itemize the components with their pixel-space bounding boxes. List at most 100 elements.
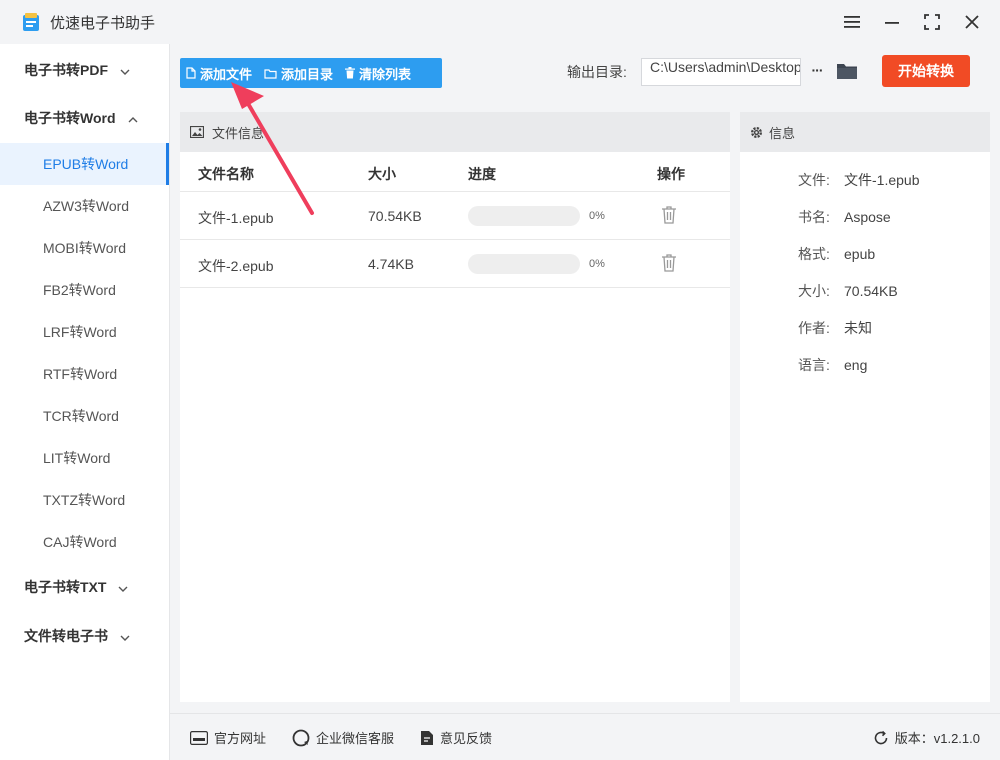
sidebar-group-txt[interactable]: 电子书转TXT: [0, 563, 169, 611]
sidebar: 电子书转PDF 电子书转Word EPUB转Word AZW3转Word MOB…: [0, 44, 170, 760]
sidebar-group-pdf[interactable]: 电子书转PDF: [0, 46, 169, 94]
refresh-icon[interactable]: [873, 730, 889, 746]
output-dir-field[interactable]: C:\Users\admin\Desktop: [641, 58, 801, 86]
sidebar-item-tcr-word[interactable]: TCR转Word: [0, 395, 169, 437]
file-panel-title: 文件信息: [212, 125, 265, 141]
info-label: 作者:: [798, 320, 830, 336]
add-file-button[interactable]: 添加文件: [180, 58, 258, 88]
info-value: epub: [844, 246, 876, 262]
info-label: 大小:: [798, 283, 830, 299]
sidebar-item-lrf-word[interactable]: LRF转Word: [0, 311, 169, 353]
sidebar-group-word[interactable]: 电子书转Word: [0, 94, 169, 142]
maximize-button[interactable]: [920, 10, 944, 34]
sidebar-group-label: 电子书转Word: [24, 110, 116, 126]
file-action-group: 添加文件 添加目录 清除列表: [180, 58, 442, 88]
info-value: 文件-1.epub: [844, 172, 920, 188]
info-panel-title: 信息: [769, 125, 796, 141]
info-row-title: 书名: Aspose: [798, 207, 891, 227]
sidebar-item-azw3-word[interactable]: AZW3转Word: [0, 185, 169, 227]
feedback-link[interactable]: 意见反馈: [420, 728, 492, 747]
version-label: 版本：v1.2.1.0: [894, 731, 980, 746]
chevron-down-icon: [118, 579, 128, 595]
info-row-author: 作者: 未知: [798, 318, 872, 338]
sidebar-item-mobi-word[interactable]: MOBI转Word: [0, 227, 169, 269]
folder-icon[interactable]: [835, 60, 859, 82]
title-bar: 优速电子书助手: [0, 0, 1000, 44]
sidebar-group-label: 文件转电子书: [24, 628, 108, 644]
sidebar-item-caj-word[interactable]: CAJ转Word: [0, 521, 169, 563]
info-row-language: 语言: eng: [798, 355, 867, 375]
info-row-format: 格式: epub: [798, 244, 875, 264]
info-value: 70.54KB: [844, 283, 898, 299]
sidebar-group-ebook[interactable]: 文件转电子书: [0, 612, 169, 660]
feedback-icon: [420, 730, 434, 746]
sidebar-item-lit-word[interactable]: LIT转Word: [0, 437, 169, 479]
sidebar-group-label: 电子书转PDF: [24, 62, 108, 78]
sidebar-item-txtz-word[interactable]: TXTZ转Word: [0, 479, 169, 521]
info-row-size: 大小: 70.54KB: [798, 281, 898, 301]
file-icon: [186, 67, 196, 79]
hamburger-icon: [844, 16, 860, 28]
file-name-cell: 文件-1.epub: [198, 210, 274, 226]
gear-icon: [750, 126, 763, 139]
sidebar-item-fb2-word[interactable]: FB2转Word: [0, 269, 169, 311]
footer: 官方网址 企业微信客服 意见反馈 版本：v1.2.1.0: [170, 713, 1000, 760]
progress-text: 0%: [589, 258, 605, 270]
column-header-size: 大小: [368, 166, 396, 182]
chat-icon: [292, 729, 310, 747]
wechat-service-label: 企业微信客服: [316, 731, 395, 746]
app-title: 优速电子书助手: [50, 15, 156, 32]
progress-bar: [468, 206, 580, 226]
clear-list-button[interactable]: 清除列表: [339, 58, 417, 88]
column-header-name: 文件名称: [198, 166, 254, 182]
start-convert-button[interactable]: 开始转换: [882, 55, 970, 87]
output-dir-label: 输出目录:: [567, 64, 627, 80]
folder-outline-icon: [264, 68, 277, 79]
feedback-label: 意见反馈: [440, 731, 493, 746]
book-logo-icon: [23, 13, 39, 31]
image-icon: [190, 126, 204, 138]
info-label: 语言:: [798, 357, 830, 373]
info-panel: 信息 文件: 文件-1.epub 书名: Aspose 格式: epub 大小: 70.…: [740, 112, 990, 702]
info-label: 书名:: [798, 209, 830, 225]
wechat-service-link[interactable]: 企业微信客服: [292, 728, 394, 747]
column-header-progress: 进度: [468, 166, 496, 182]
toolbar: 添加文件 添加目录 清除列表 输出目录: C:\Users\admin\Desk…: [170, 44, 1000, 102]
sidebar-item-epub-word[interactable]: EPUB转Word: [0, 143, 169, 185]
file-list-panel: 文件信息 文件名称 大小 进度 操作 文件-1.epub 70.54KB 0% …: [180, 112, 730, 702]
minimize-icon: [885, 22, 899, 24]
chevron-down-icon: [120, 62, 130, 78]
info-panel-header: 信息: [740, 112, 990, 152]
trash-icon[interactable]: [660, 253, 678, 273]
add-file-label: 添加文件: [200, 66, 253, 82]
add-directory-button[interactable]: 添加目录: [258, 58, 339, 88]
sidebar-item-rtf-word[interactable]: RTF转Word: [0, 353, 169, 395]
close-button[interactable]: [960, 10, 984, 34]
browse-more-button[interactable]: ···: [807, 60, 827, 80]
trash-icon: [345, 67, 356, 79]
progress-text: 0%: [589, 210, 605, 222]
info-label: 文件:: [798, 172, 830, 188]
file-panel-header: 文件信息: [180, 112, 730, 152]
progress-bar: [468, 254, 580, 274]
website-link[interactable]: 官方网址: [190, 728, 266, 747]
info-value: eng: [844, 357, 868, 373]
table-row[interactable]: 文件-1.epub 70.54KB 0%: [180, 192, 730, 240]
info-row-file: 文件: 文件-1.epub: [798, 170, 919, 190]
info-label: 格式:: [798, 246, 830, 262]
file-name-cell: 文件-2.epub: [198, 258, 274, 274]
info-value: Aspose: [844, 209, 891, 225]
minimize-button[interactable]: [880, 10, 904, 34]
sidebar-group-label: 电子书转TXT: [24, 579, 107, 595]
column-header-action: 操作: [657, 166, 685, 182]
table-row[interactable]: 文件-2.epub 4.74KB 0%: [180, 240, 730, 288]
website-label: 官方网址: [214, 731, 267, 746]
chevron-up-icon: [128, 110, 138, 126]
clear-list-label: 清除列表: [359, 66, 412, 82]
maximize-icon: [924, 14, 940, 30]
chevron-down-icon: [120, 628, 130, 644]
website-icon: [190, 730, 208, 745]
file-size-cell: 4.74KB: [368, 256, 414, 272]
trash-icon[interactable]: [660, 205, 678, 225]
menu-button[interactable]: [840, 10, 864, 34]
